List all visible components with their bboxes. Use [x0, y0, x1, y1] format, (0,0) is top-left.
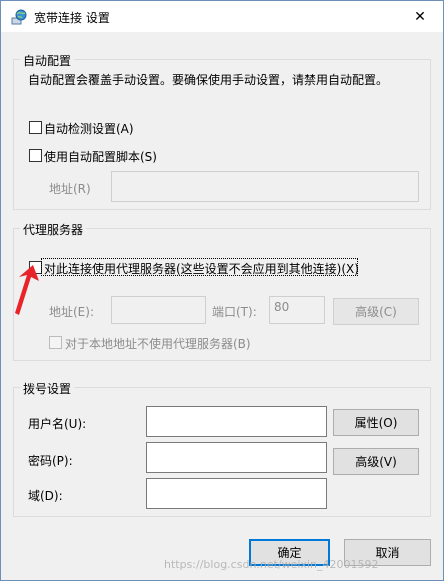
network-globe-icon [11, 9, 27, 25]
dialup-advanced-button[interactable]: 高级(V) [333, 448, 419, 475]
title-bar[interactable]: 宽带连接 设置 ✕ [1, 1, 443, 32]
script-address-input[interactable] [111, 171, 419, 202]
domain-label: 域(D): [28, 489, 63, 503]
properties-button-label: 属性(O) [354, 416, 398, 430]
use-proxy-label[interactable]: 对此连接使用代理服务器(这些设置不会应用到其他连接)(X) [44, 260, 359, 277]
watermark-text: https://blog.csdn.net/weixin_42001592 [164, 558, 379, 571]
password-input[interactable] [146, 442, 327, 473]
use-script-label[interactable]: 使用自动配置脚本(S) [44, 148, 157, 165]
proxy-port-value: 80 [274, 300, 290, 314]
close-button[interactable]: ✕ [397, 1, 443, 32]
close-icon: ✕ [414, 8, 426, 25]
dialup-group-label: 拨号设置 [20, 380, 75, 397]
username-label: 用户名(U): [28, 417, 87, 431]
auto-detect-label[interactable]: 自动检测设置(A) [44, 120, 134, 137]
use-script-checkbox[interactable] [29, 149, 42, 162]
cancel-button-label: 取消 [375, 546, 400, 560]
domain-input[interactable] [146, 478, 327, 509]
proxy-address-input[interactable] [111, 296, 206, 324]
properties-button[interactable]: 属性(O) [333, 409, 419, 436]
proxy-advanced-button-label: 高级(C) [355, 305, 397, 319]
bypass-local-checkbox[interactable] [49, 336, 62, 349]
auto-config-description: 自动配置会覆盖手动设置。要确保使用手动设置，请禁用自动配置。 [28, 73, 389, 87]
proxy-port-input[interactable]: 80 [269, 296, 325, 324]
proxy-port-label: 端口(T): [212, 305, 257, 319]
dialup-advanced-button-label: 高级(V) [355, 455, 397, 469]
auto-config-group-label: 自动配置 [20, 52, 75, 69]
proxy-group-label: 代理服务器 [20, 221, 87, 238]
settings-dialog: 宽带连接 设置 ✕ 自动配置 自动配置会覆盖手动设置。要确保使用手动设置，请禁用… [0, 0, 444, 581]
red-arrow-icon [9, 263, 39, 321]
password-label: 密码(P): [28, 454, 73, 468]
proxy-advanced-button[interactable]: 高级(C) [333, 298, 419, 325]
script-address-label: 地址(R) [49, 182, 91, 196]
bypass-local-label[interactable]: 对于本地地址不使用代理服务器(B) [65, 335, 251, 352]
username-input[interactable] [146, 406, 327, 437]
auto-detect-checkbox[interactable] [29, 121, 42, 134]
window-title: 宽带连接 设置 [34, 11, 110, 25]
proxy-address-label: 地址(E): [49, 305, 94, 319]
